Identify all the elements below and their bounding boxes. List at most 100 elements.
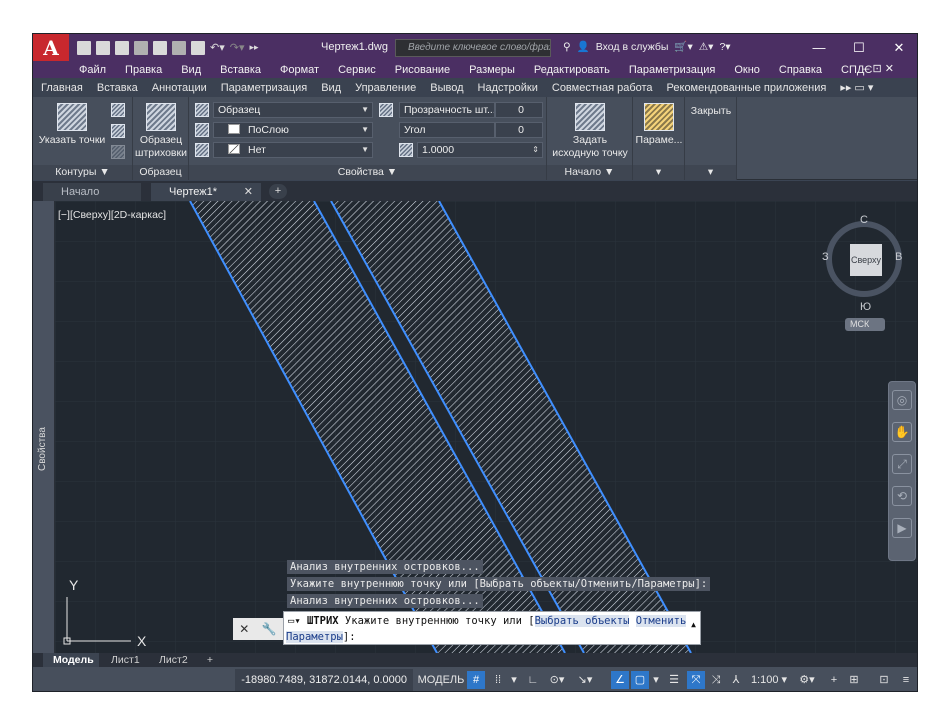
tab-insert[interactable]: Вставка [97,82,138,94]
menu-file[interactable]: Файл [79,64,106,76]
pick-points-button[interactable]: Указать точки [37,103,107,147]
cart-icon[interactable]: 🛒▾ [674,40,692,53]
tab-model[interactable]: Модель [43,653,99,667]
options-expand-icon[interactable]: ▾ [633,165,684,180]
close-tab-icon[interactable]: ✕ [244,183,253,201]
menu-modify[interactable]: Редактировать [534,64,610,76]
annotation-monitor-icon[interactable]: + [825,671,843,689]
object-snap-tracking-icon[interactable]: ∠ [611,671,629,689]
grid-icon[interactable]: # [467,671,485,689]
menu-format[interactable]: Формат [280,64,319,76]
save-as-icon[interactable] [134,40,148,55]
command-line-input[interactable]: ▭▾ ШТРИХ Укажите внутреннюю точку или [В… [283,611,701,645]
menu-window[interactable]: Окно [734,64,760,76]
annotation-scale-icon[interactable]: ⅄ [727,671,745,689]
new-file-icon[interactable] [77,40,91,55]
command-prompt-icon[interactable]: ▭▾ [288,615,301,627]
transparency-value-input[interactable]: 0 [495,102,543,118]
qat-more-icon[interactable]: ▸▸ [250,42,259,53]
minimize-button[interactable]: — [799,34,839,61]
redo-icon[interactable]: ↷▾ [230,41,245,54]
pan-icon[interactable]: ✋ [892,422,912,442]
angle-value-input[interactable]: 0 [495,122,543,138]
select-objects-icon[interactable] [111,103,125,117]
exchange-icon[interactable]: ⚠▾ [699,41,714,53]
transparency-label-box[interactable]: Прозрачность шт... [399,102,495,118]
compass-west[interactable]: З [822,251,829,263]
panel-title-origin[interactable]: Начало ▼ [547,165,632,180]
menu-insert[interactable]: Вставка [220,64,261,76]
command-customize-icon[interactable]: 🔧 [262,622,277,636]
application-menu-button[interactable]: A [33,34,69,61]
web-mobile-icon[interactable] [153,40,167,55]
compass-east[interactable]: В [895,251,902,263]
showmotion-icon[interactable]: ▶ [892,518,912,538]
compass-north[interactable]: С [860,214,868,226]
hatch-type-dropdown[interactable]: Образец ▼ [213,102,373,118]
document-window-controls[interactable]: – ⊡ ✕ [863,62,894,75]
orbit-icon[interactable]: ⟲ [892,486,912,506]
background-color-dropdown[interactable]: Нет ▼ [213,142,373,158]
menu-view[interactable]: Вид [181,64,201,76]
panel-title-properties[interactable]: Свойства ▼ [189,165,546,180]
polar-icon[interactable]: ⊙▾ [545,671,569,689]
tab-view[interactable]: Вид [321,82,341,94]
coordinates-readout[interactable]: -18980.7489, 31872.0144, 0.0000 [235,669,413,691]
tab-collaborate[interactable]: Совместная работа [552,82,653,94]
close-expand-icon[interactable]: ▾ [685,165,736,180]
open-file-icon[interactable] [96,40,110,55]
hatch-color-dropdown[interactable]: ПоСлою ▼ [213,122,373,138]
units-icon[interactable]: ⊞ [845,671,863,689]
customization-menu-icon[interactable]: ≡ [897,671,915,689]
tab-layout1[interactable]: Лист1 [103,653,149,667]
clean-screen-icon[interactable]: ⊡ [875,671,893,689]
command-history-toggle-icon[interactable]: ▲ [691,620,696,629]
annotation-visibility-icon[interactable]: ⤧ [687,671,705,689]
workspace-gear-icon[interactable]: ⚙▾ [793,671,821,689]
tab-annotate[interactable]: Аннотации [152,82,207,94]
auto-scale-icon[interactable]: ⤨ [707,671,725,689]
viewport-controls[interactable]: [−][Сверху][2D-каркас] [58,209,166,221]
isodraft-icon[interactable]: ↘▾ [573,671,597,689]
tab-start[interactable]: Начало [43,183,141,201]
viewcube-top-face[interactable]: Сверху [850,244,882,276]
new-tab-button[interactable]: + [269,184,287,199]
osnap-menu-icon[interactable]: ▾ [651,671,661,689]
tab-drawing1[interactable]: Чертеж1* ✕ [151,183,261,201]
binoculars-icon[interactable]: ⚲ [563,41,571,53]
option-select-objects[interactable]: Выбрать объекты [534,615,630,627]
ortho-icon[interactable]: ∟ [525,671,541,689]
add-layout-button[interactable]: + [203,653,217,667]
help-icon[interactable]: ?▾ [719,41,730,53]
layer-icon[interactable] [379,103,393,117]
recreate-boundary-icon[interactable] [111,145,125,159]
option-undo[interactable]: Отменить [635,615,687,627]
snap-menu-icon[interactable]: ▾ [509,671,519,689]
menu-tools[interactable]: Сервис [338,64,376,76]
hatch-pattern-button[interactable]: Образец штриховки [133,103,189,160]
menu-help[interactable]: Справка [779,64,822,76]
maximize-button[interactable]: ☐ [839,34,879,61]
panel-title-contours[interactable]: Контуры ▼ [33,165,132,180]
menu-draw[interactable]: Рисование [395,64,450,76]
annotation-scale-dropdown[interactable]: 1:100 ▾ [749,671,789,689]
search-input[interactable]: Введите ключевое слово/фразу [395,39,551,57]
plot-icon[interactable] [191,40,205,55]
signin-button[interactable]: Вход в службы [596,41,669,53]
undo-icon[interactable]: ↶▾ [210,41,225,54]
tab-layout2[interactable]: Лист2 [151,653,197,667]
close-hatch-button[interactable]: Закрыть [685,105,737,118]
ribbon-more-icon[interactable]: ▸▸ ▭ ▾ [840,81,873,94]
model-space-button[interactable]: МОДЕЛЬ [417,671,465,689]
remove-boundary-icon[interactable] [111,124,125,138]
tab-parametric[interactable]: Параметризация [221,82,307,94]
menu-edit[interactable]: Правка [125,64,162,76]
steering-wheel-icon[interactable]: ◎ [892,390,912,410]
close-button[interactable]: ✕ [879,34,917,61]
tab-featured-apps[interactable]: Рекомендованные приложения [667,82,827,94]
tab-home[interactable]: Главная [41,82,83,94]
command-close-icon[interactable]: ✕ [239,622,249,636]
menu-dimension[interactable]: Размеры [469,64,515,76]
object-snap-icon[interactable]: ▢ [631,671,649,689]
save-icon[interactable] [115,40,129,55]
